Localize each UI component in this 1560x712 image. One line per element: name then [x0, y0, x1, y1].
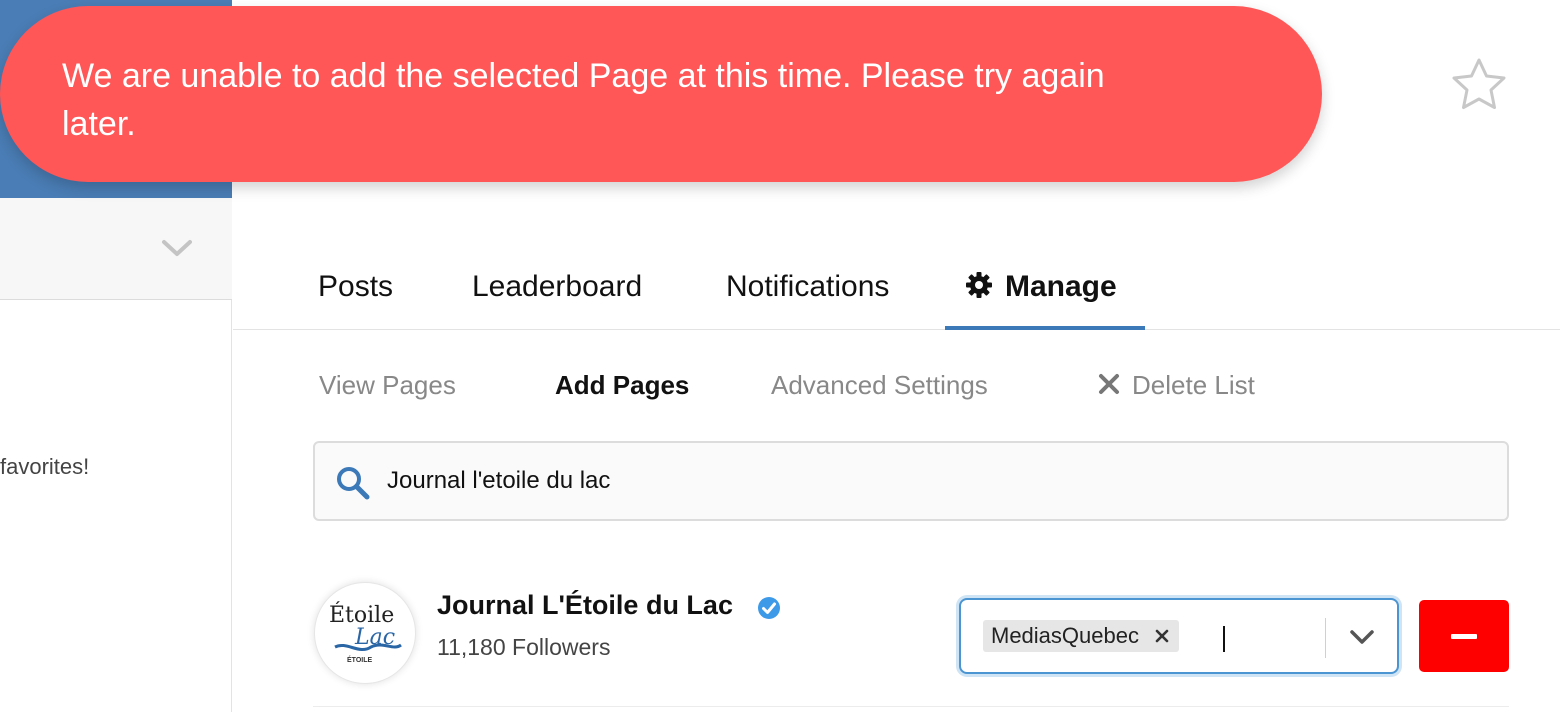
tab-notifications[interactable]: Notifications [726, 270, 889, 304]
subtab-view-pages[interactable]: View Pages [319, 370, 456, 401]
subtab-add-pages[interactable]: Add Pages [555, 370, 689, 401]
chevron-down-icon[interactable] [1349, 628, 1375, 646]
chevron-down-icon[interactable] [160, 234, 194, 262]
close-icon [1099, 374, 1119, 394]
wave-icon [334, 643, 402, 652]
subtab-advanced-settings[interactable]: Advanced Settings [771, 370, 988, 401]
row-divider [313, 706, 1509, 707]
tab-manage-label: Manage [1005, 270, 1117, 303]
follower-count: 11,180 Followers [437, 634, 611, 660]
error-toast: We are unable to add the selected Page a… [0, 6, 1322, 182]
tab-posts[interactable]: Posts [318, 270, 393, 304]
left-panel-text: favorites! [0, 454, 90, 479]
left-panel-dropdown[interactable] [0, 198, 232, 300]
minus-icon [1451, 634, 1477, 639]
subtab-delete-list-label: Delete List [1132, 370, 1255, 400]
remove-page-button[interactable] [1419, 600, 1509, 672]
subtab-delete-list[interactable]: Delete List [1098, 370, 1255, 401]
tab-manage[interactable]: Manage [945, 270, 1145, 330]
select-divider [1325, 618, 1326, 658]
toast-message: We are unable to add the selected Page a… [62, 57, 1105, 143]
avatar-text-small: ÉTOILE [347, 657, 373, 664]
page-name[interactable]: Journal L'Étoile du Lac [437, 590, 733, 621]
search-icon [337, 467, 370, 500]
tab-leaderboard[interactable]: Leaderboard [472, 270, 642, 304]
gear-icon [966, 272, 992, 298]
page-avatar: Étoile Lac ÉTOILE [314, 582, 416, 684]
list-select[interactable]: MediasQuebec [959, 598, 1399, 674]
text-caret [1223, 626, 1225, 652]
search-input[interactable] [387, 461, 1487, 501]
chip-label: MediasQuebec [991, 623, 1139, 648]
remove-chip-icon[interactable] [1155, 629, 1169, 643]
verified-badge-icon [758, 597, 780, 619]
main-tabs: Posts Leaderboard Notifications Manage [233, 250, 1560, 330]
active-tab-indicator [945, 326, 1145, 330]
page-search [313, 441, 1509, 521]
star-icon[interactable] [1450, 56, 1508, 112]
selected-list-chip: MediasQuebec [983, 620, 1179, 652]
